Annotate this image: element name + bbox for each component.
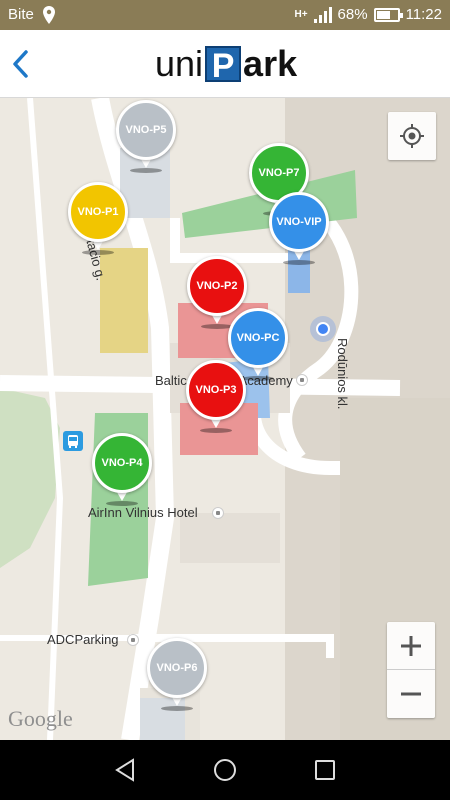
poi-marker[interactable] [127,634,139,646]
location-icon [43,6,55,24]
circle-home-icon [214,759,236,781]
clock: 11:22 [405,6,442,23]
pin-label: VNO-PC [228,308,288,368]
status-bar: Bite H+ 68% 11:22 [0,0,450,30]
parking-pin-vno-p5[interactable]: VNO-P5 [116,100,176,173]
pin-label: VNO-P1 [68,182,128,242]
logo-uni: uni [155,43,204,84]
parking-pin-vno-p4[interactable]: VNO-P4 [92,433,152,506]
parking-pin-vno-p6[interactable]: VNO-P6 [147,638,207,711]
pin-label: VNO-P5 [116,100,176,160]
pin-label: VNO-P3 [186,360,246,420]
pin-label: VNO-P2 [187,256,247,316]
zoom-in-button[interactable] [387,622,435,670]
minus-icon [401,692,421,696]
android-navbar [0,740,450,800]
zoom-out-button[interactable] [387,670,435,718]
battery-icon [373,7,403,22]
plus-icon [401,636,421,656]
pin-label: VNO-P4 [92,433,152,493]
triangle-back-icon [115,758,134,782]
place-airinn-hotel: AirInn Vilnius Hotel [88,505,198,520]
network-type: H+ [294,8,308,20]
carrier-name: Bite [8,6,34,23]
poi-marker[interactable] [296,374,308,386]
poi-marker[interactable] [212,507,224,519]
bus-icon [68,435,78,448]
parking-pin-vno-vip[interactable]: VNO-VIP [269,192,329,265]
my-location-button[interactable] [388,112,436,160]
logo-p: P [205,46,242,84]
parking-pin-vno-p3[interactable]: VNO-P3 [186,360,246,433]
app-header: uni P ark [0,30,450,98]
street-label-2: Rodūnios kl. [335,338,350,410]
map-view[interactable]: Eustacio g. Rodūnios kl. Baltic Aviation… [0,98,450,740]
logo-ark: ark [243,43,298,84]
nav-recents-button[interactable] [305,754,345,786]
user-location-marker [310,316,336,342]
pin-label: VNO-VIP [269,192,329,252]
google-attribution: Google [8,706,73,731]
nav-home-button[interactable] [205,754,245,786]
back-button[interactable] [6,44,42,84]
place-adc-parking: ADCParking [47,632,119,647]
square-recents-icon [315,760,335,780]
crosshair-icon [400,124,424,148]
chevron-left-icon [13,50,28,78]
app-logo: uni P ark [155,43,298,84]
battery-percent: 68% [337,6,368,23]
parking-pin-vno-p1[interactable]: VNO-P1 [68,182,128,255]
nav-back-button[interactable] [105,754,145,786]
bus-stop-icon[interactable] [63,431,83,451]
signal-icon [313,6,332,23]
pin-label: VNO-P6 [147,638,207,698]
zoom-controls [387,622,435,718]
